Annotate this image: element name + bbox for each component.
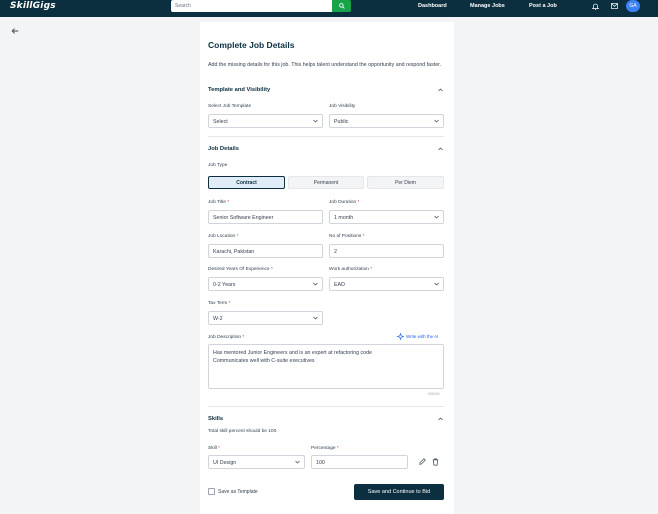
chevron-up-icon	[437, 88, 443, 92]
job-duration-label: Job Duration *	[329, 200, 360, 205]
job-location-input[interactable]: Karachi, Pakistan	[208, 244, 323, 258]
logo[interactable]: SkillGigs	[10, 1, 56, 11]
collapse-skills-section[interactable]	[436, 415, 444, 423]
save-as-template-label: Save as Template	[218, 489, 258, 495]
chevron-down-icon	[434, 119, 439, 123]
avatar[interactable]: GA	[626, 0, 640, 12]
divider	[208, 136, 444, 137]
job-description-label: Job Description *	[208, 335, 245, 340]
write-with-ai-link[interactable]: Write with the AI	[397, 333, 438, 340]
percentage-label: Percentage *	[311, 446, 339, 451]
experience-select[interactable]: 0-2 Years	[208, 277, 323, 291]
job-type-label: Job Type	[208, 163, 228, 168]
trash-icon	[432, 458, 438, 465]
job-title-input[interactable]: Senior Software Engineer	[208, 210, 323, 224]
nav-dashboard[interactable]: Dashboard	[418, 3, 447, 9]
search-button[interactable]	[332, 0, 351, 12]
bell-icon[interactable]	[591, 2, 599, 10]
job-title-label: Job Title *	[208, 200, 230, 205]
positions-label: No of Positions *	[329, 234, 365, 239]
tax-term-select[interactable]: W-2	[208, 311, 323, 325]
visibility-select[interactable]: Public	[329, 114, 444, 128]
mail-icon[interactable]	[610, 2, 618, 10]
template-select-value: Select	[213, 119, 228, 125]
template-select[interactable]: Select	[208, 114, 323, 128]
job-location-label: Job Location *	[208, 234, 239, 239]
visibility-select-value: Public	[334, 119, 349, 125]
section-skills-title: Skills	[208, 416, 224, 422]
write-with-ai-label: Write with the AI	[406, 334, 439, 339]
chevron-down-icon	[434, 282, 439, 286]
section-job-details-title: Job Details	[208, 146, 239, 152]
pencil-icon	[418, 458, 426, 465]
back-button[interactable]	[10, 26, 20, 36]
divider	[208, 406, 444, 407]
save-as-template-checkbox[interactable]	[208, 488, 215, 495]
top-nav: SkillGigs Search Dashboard Manage Jobs P…	[0, 0, 658, 17]
description-line: Has mentored Junior Engineers and is an …	[213, 350, 372, 356]
section-template-visibility-title: Template and Visibility	[208, 87, 271, 93]
work-auth-label: Work authorization *	[329, 267, 373, 272]
visibility-label: Job Visibility	[329, 104, 356, 109]
edit-skill-button[interactable]	[418, 457, 426, 466]
skill-value: UI Design	[213, 460, 237, 466]
template-label: Select Job Template	[208, 104, 252, 109]
job-type-permanent[interactable]: Permanent	[288, 176, 364, 189]
sparkle-icon	[397, 333, 404, 340]
job-details-card: Complete Job Details Add the missing det…	[200, 22, 454, 514]
collapse-template-section[interactable]	[436, 86, 444, 94]
delete-skill-button[interactable]	[431, 457, 439, 466]
chevron-up-icon	[437, 147, 443, 151]
job-description-textarea[interactable]: Has mentored Junior Engineers and is an …	[208, 344, 444, 389]
skills-note: Total skill percent should be 100.	[208, 429, 278, 434]
chevron-down-icon	[313, 282, 318, 286]
work-auth-select[interactable]: EAD	[329, 277, 444, 291]
job-type-per-diem[interactable]: Per Diem	[367, 176, 444, 189]
job-duration-select[interactable]: 1 month	[329, 210, 444, 224]
skill-select[interactable]: UI Design	[208, 455, 305, 469]
collapse-job-details-section[interactable]	[436, 145, 444, 153]
tax-term-label: Tax Term *	[208, 301, 231, 306]
char-counter: 0/5000	[428, 392, 440, 396]
tax-term-value: W-2	[213, 316, 223, 322]
experience-label: Desired Years Of Experience *	[208, 267, 273, 272]
page-intro: Add the missing details for this job. Th…	[208, 62, 442, 68]
search-icon	[338, 3, 345, 9]
search-input[interactable]: Search	[171, 0, 332, 12]
chevron-down-icon	[434, 215, 439, 219]
work-auth-value: EAD	[334, 282, 345, 288]
experience-value: 0-2 Years	[213, 282, 236, 288]
chevron-up-icon	[437, 417, 443, 421]
nav-post-a-job[interactable]: Post a Job	[529, 3, 557, 9]
percentage-input[interactable]: 100	[311, 455, 408, 469]
skill-label: Skill *	[208, 446, 221, 451]
save-and-continue-button[interactable]: Save and Continue to Bid	[354, 484, 444, 500]
back-arrow-icon	[11, 28, 19, 34]
nav-manage-jobs[interactable]: Manage Jobs	[470, 3, 505, 9]
chevron-down-icon	[295, 460, 300, 464]
chevron-down-icon	[313, 316, 318, 320]
positions-input[interactable]: 2	[329, 244, 444, 258]
description-line: Communicates well with C-suite executive…	[213, 358, 315, 364]
page-title: Complete Job Details	[208, 40, 295, 50]
job-type-contract[interactable]: Contract	[208, 176, 285, 189]
job-duration-value: 1 month	[334, 215, 354, 221]
chevron-down-icon	[313, 119, 318, 123]
